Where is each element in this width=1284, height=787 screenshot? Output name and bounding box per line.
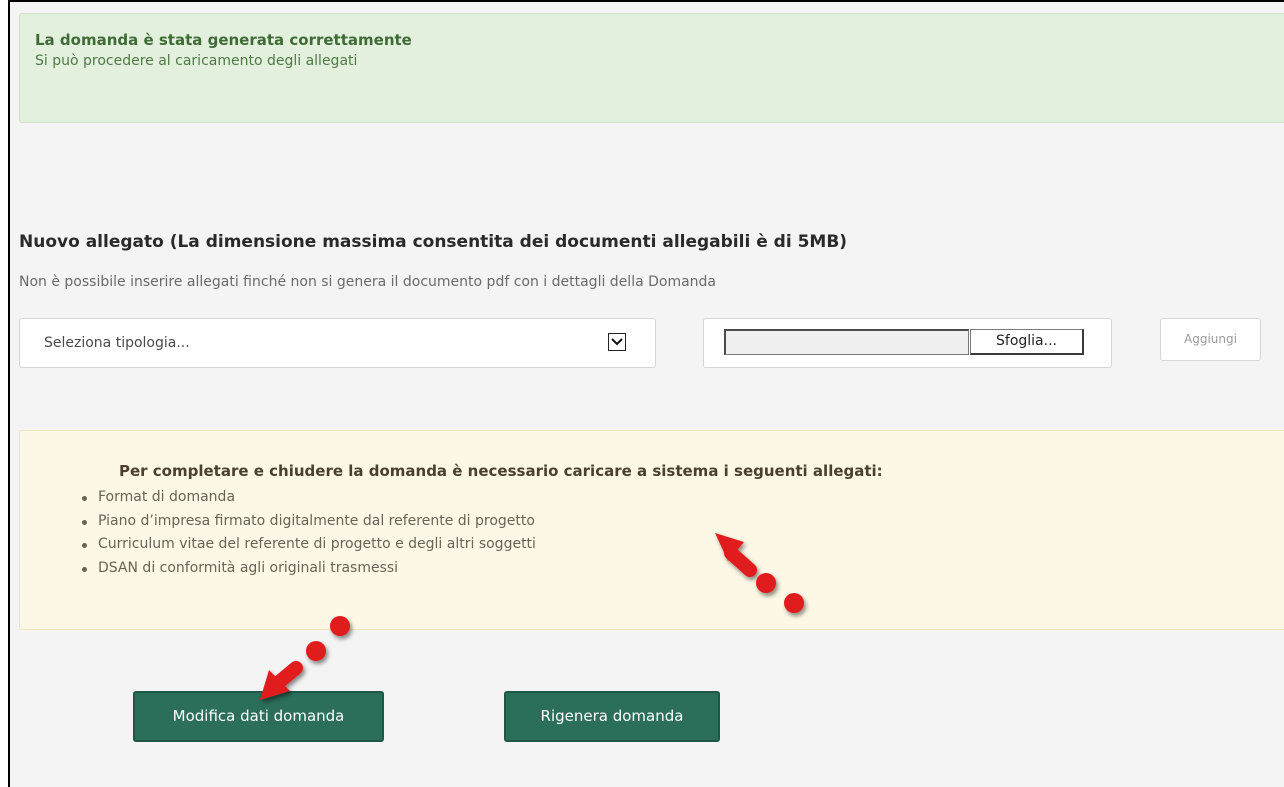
list-item: Curriculum vitae del referente di proget… — [82, 533, 536, 557]
success-title: La domanda è stata generata correttament… — [35, 31, 412, 49]
list-item: Format di domanda — [82, 486, 536, 510]
requirements-title: Per completare e chiudere la domanda è n… — [119, 462, 883, 480]
add-attachment-button[interactable]: Aggiungi — [1160, 318, 1261, 361]
attachment-note: Non è possibile inserire allegati finché… — [19, 274, 717, 290]
attachment-section-title: Nuovo allegato (La dimensione massima co… — [19, 232, 848, 252]
modify-application-button[interactable]: Modifica dati domanda — [133, 691, 384, 742]
list-item: Piano d’impresa firmato digitalmente dal… — [82, 510, 536, 534]
chevron-down-icon[interactable] — [608, 333, 626, 351]
requirements-list: Format di domanda Piano d’impresa firmat… — [82, 486, 536, 580]
file-upload-field: Sfoglia... — [703, 318, 1112, 368]
regenerate-application-button[interactable]: Rigenera domanda — [504, 691, 720, 742]
file-path-input[interactable] — [724, 329, 969, 355]
success-subtitle: Si può procedere al caricamento degli al… — [35, 53, 358, 69]
list-item: DSAN di conformità agli originali trasme… — [82, 557, 536, 581]
browse-button[interactable]: Sfoglia... — [970, 329, 1084, 355]
attachment-type-select[interactable]: Seleziona tipologia... — [19, 318, 656, 368]
select-value: Seleziona tipologia... — [44, 335, 190, 351]
